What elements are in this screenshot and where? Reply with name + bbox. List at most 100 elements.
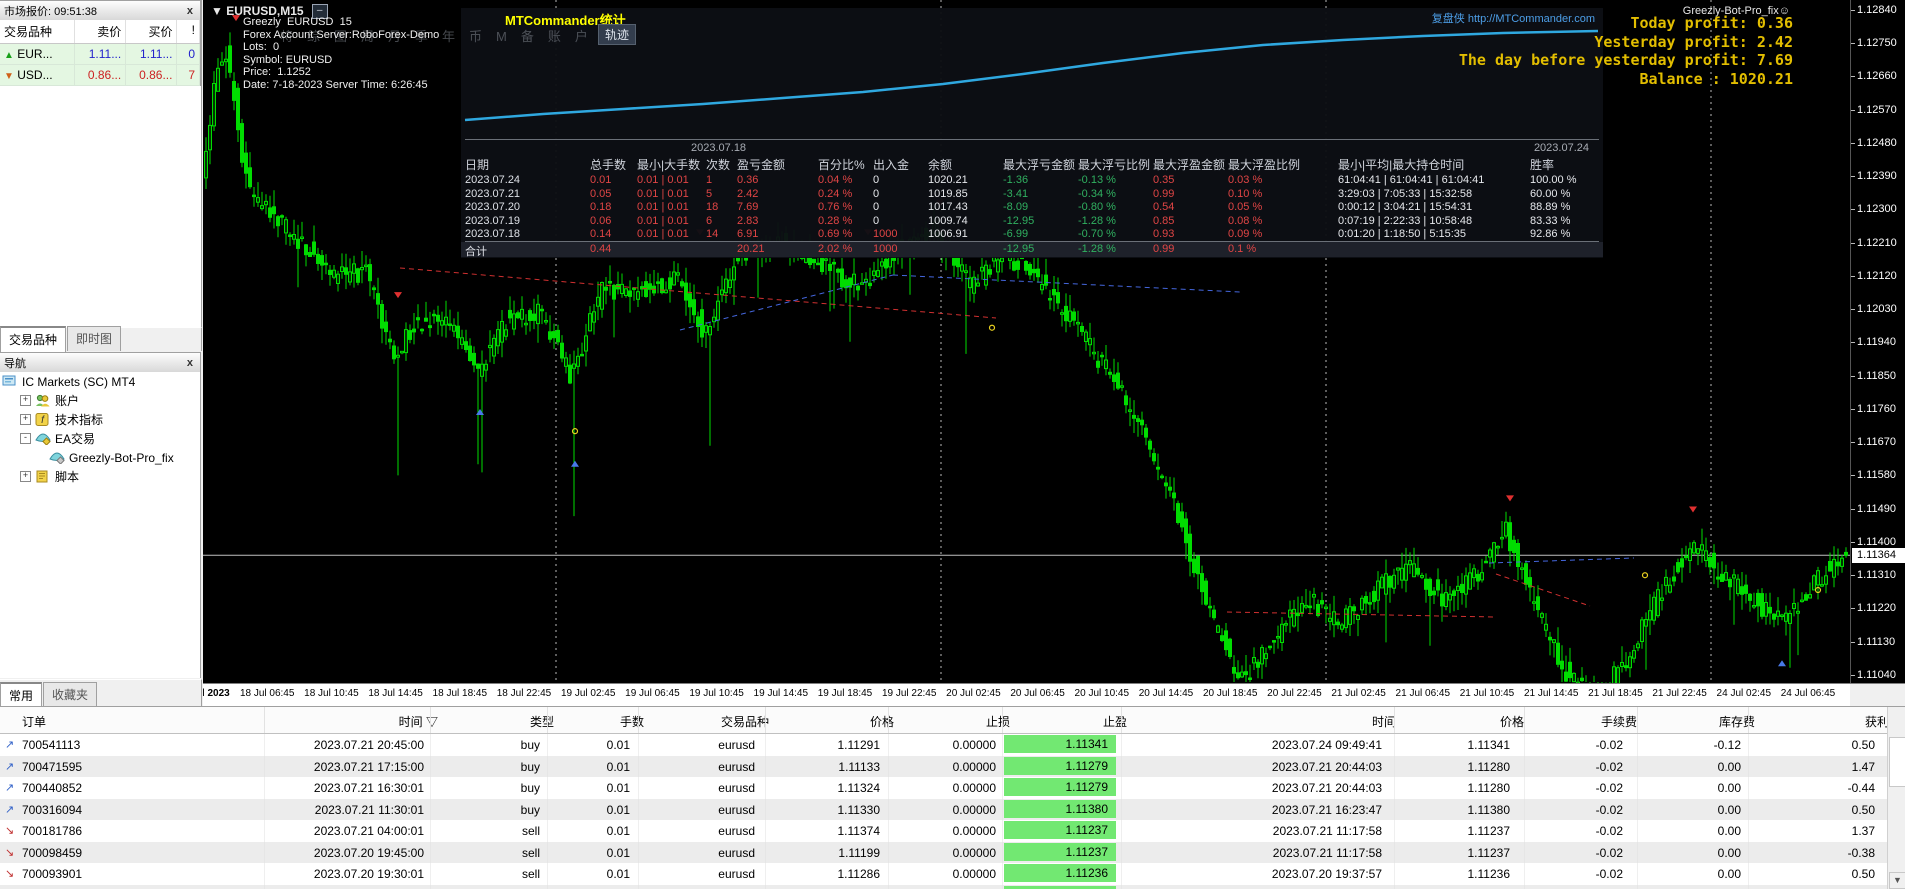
order-cell-12: -0.44 xyxy=(1847,781,1875,795)
market-watch-table: 交易品种 卖价 买价! ▲ EUR... 1.11... 1.11... 0 ▼ USD..… xyxy=(0,20,201,86)
stats-cell: 0.01 | 0.01 xyxy=(637,214,689,227)
order-row[interactable]: ↘ 1.11237 700181786 2023.07.21 04:00:01 sell… xyxy=(0,820,1888,842)
mw-col-3[interactable]: ! xyxy=(177,20,200,43)
order-row[interactable]: ↗ 1.11279 700440852 2023.07.21 16:30:01 buy 0… xyxy=(0,777,1888,799)
nav-item-EA交易[interactable]: - EA交易 xyxy=(0,429,200,448)
orders-col-header-2[interactable]: 类型 xyxy=(530,713,554,730)
orders-col-header-5[interactable]: 价格 xyxy=(870,713,894,730)
orders-col-header-7[interactable]: 止盈 xyxy=(1103,713,1127,730)
mw-sell: 0.86... xyxy=(75,65,127,85)
take-profit-cell: 1.11341 xyxy=(1004,735,1116,753)
stats-cell: 0:01:20 | 1:18:50 | 5:15:35 xyxy=(1338,228,1467,241)
server-icon xyxy=(2,375,18,389)
nav-item-脚本[interactable]: + 脚本 xyxy=(0,467,200,486)
stats-col-header: 胜率 xyxy=(1530,158,1555,172)
mw-buy: 0.86... xyxy=(126,65,178,85)
mw-tab-0[interactable]: 交易品种 xyxy=(0,326,67,352)
orders-col-header-11[interactable]: 库存费 xyxy=(1719,713,1755,730)
nav-item-IC Markets (SC) MT4[interactable]: IC Markets (SC) MT4 xyxy=(0,372,200,391)
price-tick-label: 1.12030 xyxy=(1857,303,1897,316)
orders-header-row[interactable]: 订单 时间 ▽ 类型 手数 交易品种 价格 止损 止盈 时间 价格 手续费 库存费 获利 xyxy=(0,707,1889,734)
order-row[interactable]: ↘ 1.11236 700093901 2023.07.20 19:30:01 sell… xyxy=(0,863,1888,885)
stats-cell: 0.36 xyxy=(737,174,759,186)
stats-total-cell: -12.95 xyxy=(1003,243,1035,255)
price-tick-label: 1.11040 xyxy=(1857,668,1896,681)
stats-total-cell: 0.44 xyxy=(590,243,612,255)
orders-col-header-10[interactable]: 手续费 xyxy=(1601,713,1637,730)
order-cell-12: 0.50 xyxy=(1851,738,1875,752)
mw-sell: 1.11... xyxy=(75,44,127,64)
bottom-tab-0[interactable]: 常用 xyxy=(0,682,43,708)
order-row[interactable]: ↗ 1.11279 700471595 2023.07.21 17:15:00 buy 0… xyxy=(0,755,1888,777)
stats-cell: 1006.91 xyxy=(928,228,968,241)
mw-tab-1[interactable]: 即时图 xyxy=(67,326,122,351)
stats-col-header: 最大浮盈金额 xyxy=(1153,158,1226,172)
stats-cell: -0.80 % xyxy=(1078,201,1116,214)
scroll-down-icon[interactable]: ▼ xyxy=(1889,872,1905,889)
time-tick-label: 19 Jul 22:45 xyxy=(881,688,937,699)
expand-icon[interactable]: + xyxy=(20,471,31,482)
time-tick-label: 19 Jul 10:45 xyxy=(689,688,744,699)
order-cell-6: 0.00000 xyxy=(952,824,996,838)
equity-start-date: 2023.07.18 xyxy=(691,142,747,154)
stats-cell: 0.05 % xyxy=(1228,201,1263,214)
track-button[interactable]: 轨迹 xyxy=(598,24,637,45)
collapse-icon[interactable]: - xyxy=(20,433,31,444)
stats-cell: 0.35 xyxy=(1153,174,1175,186)
market-watch-titlebar[interactable]: 市场报价: 09:51:38 x xyxy=(0,0,201,22)
bottom-tab-1[interactable]: 收藏夹 xyxy=(43,682,98,707)
close-icon[interactable]: x xyxy=(184,5,196,17)
navigator-titlebar[interactable]: 导航 x xyxy=(0,352,201,374)
orders-col-header-0[interactable]: 订单 xyxy=(22,713,46,730)
order-cell-0: 700541113 xyxy=(22,738,81,752)
time-axis[interactable]: 18 Jul 2023 18 Jul 06:45 18 Jul 10:45 18 Ju… xyxy=(203,683,1850,707)
orders-col-header-12[interactable]: 获利 xyxy=(1865,713,1889,730)
orders-col-header-9[interactable]: 价格 xyxy=(1500,713,1524,730)
orders-col-header-8[interactable]: 时间 xyxy=(1372,713,1396,730)
nav-item-Greezly-Bot-Pro_fix[interactable]: Greezly-Bot-Pro_fix xyxy=(0,448,200,467)
mw-symbol-row[interactable]: ▼ USD... 0.86... 0.86... 7 xyxy=(0,65,200,86)
price-axis[interactable]: 1.12840 1.12750 1.12660 1.12570 1.12480 1.123… xyxy=(1850,0,1905,683)
scrollbar-thumb[interactable] xyxy=(1889,737,1905,787)
expand-icon[interactable]: + xyxy=(20,395,31,406)
users-icon xyxy=(35,394,51,408)
order-row[interactable]: ↘ 1.11237 700098459 2023.07.20 19:45:00 sell… xyxy=(0,841,1888,863)
order-row[interactable]: ↗ 1.11341 700541113 2023.07.21 20:45:00 buy 0… xyxy=(0,734,1888,756)
time-tick-label: 21 Jul 02:45 xyxy=(1331,688,1386,699)
stats-cell: 0.24 % xyxy=(818,187,853,200)
mw-col-1[interactable]: 卖价 xyxy=(75,20,127,43)
symbol-name: EUR... xyxy=(17,47,53,61)
price-tick-label: 1.12390 xyxy=(1857,170,1897,183)
chart-area[interactable]: ▼ EURUSD,M15– Greezly-Bot-Pro_fix☺ Greez… xyxy=(203,0,1850,683)
orders-col-header-3[interactable]: 手数 xyxy=(620,713,644,730)
orders-scrollbar[interactable]: ▼ xyxy=(1887,707,1905,889)
stats-cell: 100.00 % xyxy=(1530,174,1577,186)
stats-cell: 0 xyxy=(873,214,880,227)
time-tick-label: 21 Jul 18:45 xyxy=(1588,688,1643,699)
chevron-down-icon[interactable]: ▼ xyxy=(211,4,223,18)
stats-cell: 88.89 % xyxy=(1530,201,1571,214)
mw-symbol-row[interactable]: ▲ EUR... 1.11... 1.11... 0 xyxy=(0,44,200,65)
nav-item-技术指标[interactable]: + f 技术指标 xyxy=(0,410,200,429)
nav-item-账户[interactable]: + 账户 xyxy=(0,391,200,410)
stats-cell: 7.69 xyxy=(737,201,759,214)
mw-col-2[interactable]: 买价 xyxy=(126,20,178,43)
price-tick-label: 1.11310 xyxy=(1857,569,1896,582)
order-cell-6: 0.00000 xyxy=(952,738,996,752)
sell-arrow-icon: ↘ xyxy=(5,846,15,859)
order-row[interactable] xyxy=(0,884,1888,889)
expand-icon[interactable]: + xyxy=(20,414,31,425)
close-icon[interactable]: x xyxy=(184,357,196,369)
orders-col-header-4[interactable]: 交易品种 xyxy=(721,713,769,730)
stats-separator xyxy=(465,139,1599,140)
stats-cell: 0.76 % xyxy=(818,201,853,214)
orders-col-header-6[interactable]: 止损 xyxy=(986,713,1010,730)
price-tick-label: 1.11760 xyxy=(1857,402,1896,415)
sell-arrow-icon: ↘ xyxy=(5,825,15,837)
stats-cell: 1 xyxy=(706,174,713,186)
orders-col-header-1[interactable]: 时间 ▽ xyxy=(399,713,438,730)
stats-total-cell: 0.99 xyxy=(1153,243,1175,255)
mw-col-0[interactable]: 交易品种 xyxy=(0,20,75,43)
stats-cell: 60.00 % xyxy=(1530,187,1571,200)
order-row[interactable]: ↗ 1.11380 700316094 2023.07.21 11:30:01 buy 0… xyxy=(0,798,1888,820)
